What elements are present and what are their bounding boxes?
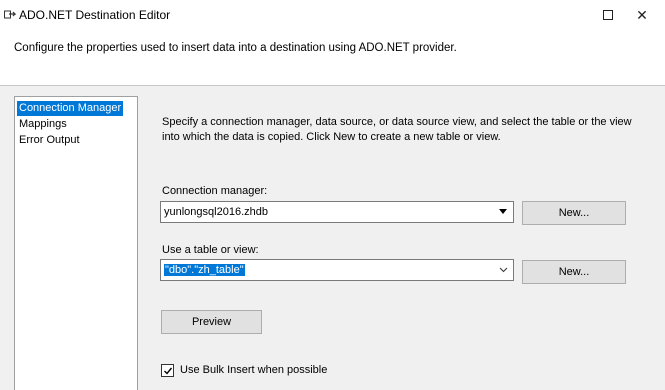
table-or-view-label: Use a table or view:	[162, 244, 259, 256]
check-icon	[164, 367, 173, 375]
nav-item-connection-manager[interactable]: Connection Manager	[17, 101, 124, 116]
table-or-view-value: "dbo"."zh_table"	[164, 264, 245, 276]
bulk-insert-label[interactable]: Use Bulk Insert when possible	[180, 364, 327, 376]
nav-item-mappings[interactable]: Mappings	[17, 117, 69, 132]
maximize-icon	[603, 10, 613, 20]
title-bar: ADO.NET Destination Editor ✕	[0, 0, 665, 30]
header-divider	[0, 85, 665, 86]
preview-button[interactable]: Preview	[161, 310, 262, 334]
header-description: Configure the properties used to insert …	[14, 42, 457, 54]
connection-manager-label: Connection manager:	[162, 185, 268, 197]
connection-manager-select[interactable]: yunlongsql2016.zhdb	[160, 201, 514, 223]
close-button[interactable]: ✕	[622, 0, 662, 30]
nav-item-error-output[interactable]: Error Output	[17, 133, 82, 148]
app-icon	[4, 9, 17, 21]
close-icon: ✕	[636, 6, 648, 23]
nav-panel: Connection Manager Mappings Error Output	[14, 96, 138, 390]
header-band: Configure the properties used to insert …	[0, 30, 665, 85]
main-description: Specify a connection manager, data sourc…	[162, 116, 632, 143]
new-table-button[interactable]: New...	[522, 260, 626, 284]
dropdown-arrow-icon[interactable]	[494, 203, 512, 221]
table-or-view-value-wrap: "dbo"."zh_table"	[164, 264, 245, 276]
new-connection-button[interactable]: New...	[522, 201, 626, 225]
chevron-down-icon[interactable]	[494, 261, 512, 279]
bulk-insert-checkbox[interactable]	[161, 364, 174, 377]
table-or-view-select[interactable]: "dbo"."zh_table"	[160, 259, 514, 281]
window-title: ADO.NET Destination Editor	[19, 8, 171, 22]
connection-manager-value: yunlongsql2016.zhdb	[164, 206, 268, 218]
